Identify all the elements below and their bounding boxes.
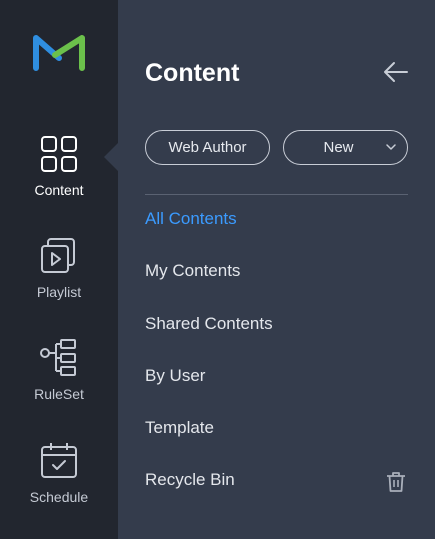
sidebar-item-playlist[interactable]: Playlist bbox=[0, 236, 118, 324]
grid-icon bbox=[41, 136, 77, 172]
sidebar-item-schedule[interactable]: Schedule bbox=[0, 441, 118, 529]
menu-item-by-user[interactable]: By User bbox=[145, 366, 205, 390]
menu-item-template[interactable]: Template bbox=[145, 418, 214, 442]
active-pointer bbox=[104, 142, 119, 172]
sidebar-item-label: Playlist bbox=[36, 284, 82, 300]
menu-item-shared-contents[interactable]: Shared Contents bbox=[145, 314, 273, 338]
sidebar-item-label: Content bbox=[34, 182, 84, 198]
chevron-down-icon bbox=[386, 144, 396, 150]
divider bbox=[145, 194, 408, 195]
menu-item-recycle-bin[interactable]: Recycle Bin bbox=[145, 470, 235, 494]
trash-icon[interactable] bbox=[386, 471, 406, 493]
web-author-button[interactable]: Web Author bbox=[145, 130, 270, 165]
sidebar-item-label: Schedule bbox=[29, 489, 89, 505]
new-button-label: New bbox=[323, 139, 354, 156]
page-title: Content bbox=[145, 59, 240, 87]
playlist-icon bbox=[41, 238, 75, 273]
ruleset-icon bbox=[40, 339, 76, 376]
menu-item-my-contents[interactable]: My Contents bbox=[145, 261, 240, 285]
sidebar-item-label: RuleSet bbox=[34, 386, 84, 402]
content-panel: Content Web Author New All Contents My C… bbox=[118, 0, 435, 539]
m-logo-icon[interactable] bbox=[33, 35, 85, 71]
new-dropdown-button[interactable]: New bbox=[283, 130, 408, 165]
calendar-icon bbox=[41, 443, 77, 478]
app: Content Playlist RuleSet Schedule Conten… bbox=[0, 0, 435, 539]
arrow-left-icon[interactable] bbox=[382, 58, 410, 86]
sidebar-item-content[interactable]: Content bbox=[0, 134, 118, 222]
menu-item-all-contents[interactable]: All Contents bbox=[145, 209, 237, 233]
sidebar-item-ruleset[interactable]: RuleSet bbox=[0, 338, 118, 426]
sidebar: Content Playlist RuleSet Schedule bbox=[0, 0, 118, 539]
